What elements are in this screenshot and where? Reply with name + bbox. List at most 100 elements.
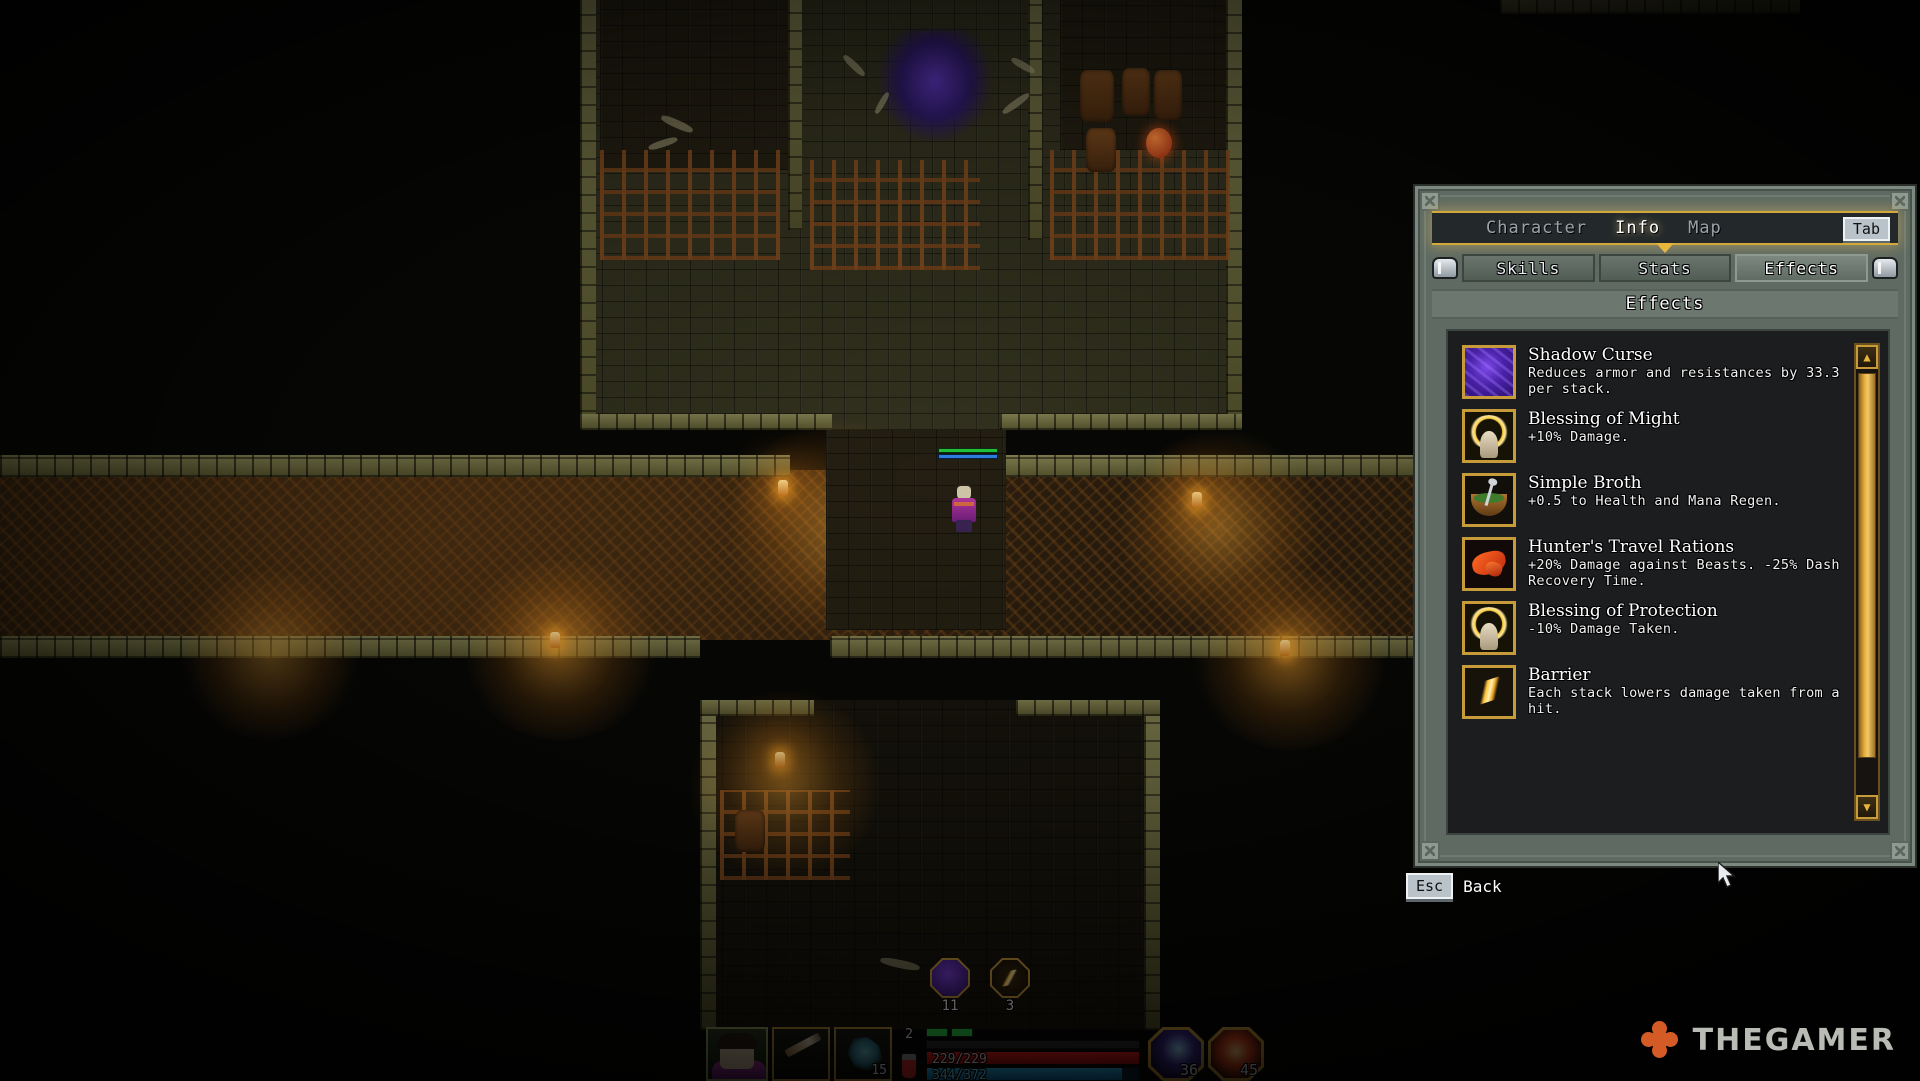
charge-segment [926,1028,948,1037]
glowing-item [1146,128,1172,158]
effect-name: Barrier [1528,665,1591,685]
dungeon-wall [700,700,716,1030]
back-label[interactable]: Back [1463,877,1502,896]
stack-fill [932,960,968,996]
spell-slot-arcane[interactable]: 36 [1148,1027,1204,1081]
corridor-wall-bottom [0,636,700,658]
player-legs [956,520,972,532]
corridor-wall-top [0,455,790,477]
sword-icon [784,1032,822,1058]
charge-segment [951,1028,973,1037]
health-value: 229/229 [932,1052,987,1067]
mouse-cursor-icon [1718,862,1736,888]
corridor-wall-top [1000,455,1430,477]
hunters-travel-rations-icon [1462,537,1516,591]
spell-left-count: 36 [1179,1061,1198,1079]
effect-description: Reduces armor and resistances by 33.3 pe… [1528,365,1840,397]
tab-key-badge: Tab [1842,217,1890,241]
dungeon-floor-patch [600,0,800,170]
player-health-bar [938,448,998,453]
watermark-text: THEGAMER [1692,1022,1896,1058]
blessing-of-might-icon [1462,409,1516,463]
portrait-hair [717,1033,757,1049]
list-item[interactable]: Simple Broth +0.5 to Health and Mana Reg… [1462,473,1842,527]
effects-list-container: Shadow Curse Reduces armor and resistanc… [1446,329,1890,835]
corridor-floor [0,470,1430,640]
active-tab-caret-icon [1656,243,1674,253]
shadow-curse-icon [1462,345,1516,399]
player-portrait[interactable] [706,1027,768,1081]
panel-corner-ornament [1890,191,1910,211]
sub-tab-bar: Skills Stats Effects [1432,253,1899,283]
potion-count: 2 [905,1027,913,1042]
shadow-portal [880,30,990,140]
blessing-of-protection-icon [1462,601,1516,655]
torch [1280,640,1290,656]
barrel-decor [735,810,765,852]
scroll-up-arrow-icon[interactable]: ▲ [1856,345,1878,369]
esc-key-badge: Esc [1406,873,1454,899]
potion-slot[interactable]: 2 [896,1027,922,1081]
dungeon-wall [1144,700,1160,1030]
top-tab-bar: Character Info Map Tab [1432,211,1898,253]
panel-corner-ornament [1420,191,1440,211]
spell-right-count: 45 [1239,1061,1258,1079]
junction-floor [826,430,1006,630]
status-stack-shadow-curse[interactable]: 11 [930,958,970,1014]
tab-character[interactable]: Character [1472,218,1601,238]
footer-hint: Esc Back [1406,873,1502,899]
charge-segments [926,1028,973,1037]
left-bumper-icon[interactable] [1432,257,1458,279]
barrel-decor [1080,70,1114,122]
panel-corner-ornament [1890,841,1910,861]
scroll-down-arrow-icon[interactable]: ▼ [1856,795,1878,819]
armor-slot[interactable]: 15 [834,1027,892,1081]
info-menu-panel: Character Info Map Tab Skills Stats Effe… [1415,186,1915,866]
barrel-decor [1154,70,1182,120]
list-item[interactable]: Blessing of Might +10% Damage. [1462,409,1842,463]
status-stack-row: 11 3 [930,958,1030,1014]
game-screen: 11 3 15 2 229/229 344/372 36 45 Characte… [0,0,1920,1081]
corridor-wall-bottom [830,636,1430,658]
dungeon-grate [1050,150,1230,260]
barrier-icon [1462,665,1516,719]
subtab-skills[interactable]: Skills [1462,254,1595,282]
weapon-slot[interactable] [772,1027,830,1081]
torch [778,480,788,496]
vitals-panel: 229/229 344/372 [926,1027,1144,1081]
effect-description: +10% Damage. [1528,429,1630,445]
dungeon-wall [580,414,832,430]
tab-info[interactable]: Info [1601,218,1674,238]
effects-list: Shadow Curse Reduces armor and resistanc… [1448,331,1850,833]
dungeon-wall [1500,0,1800,14]
right-bumper-icon[interactable] [1872,257,1899,279]
potion-icon [901,1053,917,1079]
spell-slot-fire[interactable]: 45 [1208,1027,1264,1081]
dungeon-wall [580,0,596,430]
tab-map[interactable]: Map [1674,218,1736,238]
torch [775,752,785,768]
list-item[interactable]: Hunter's Travel Rations +20% Damage agai… [1462,537,1842,591]
player-belt [954,502,974,506]
dungeon-wall [788,0,802,230]
list-item[interactable]: Shadow Curse Reduces armor and resistanc… [1462,345,1842,399]
scrollbar-thumb[interactable] [1858,373,1876,758]
hud-bar: 15 2 229/229 344/372 36 45 [706,1025,1268,1081]
subtab-stats[interactable]: Stats [1598,254,1732,282]
dungeon-wall [1000,414,1242,430]
player-character [950,484,978,532]
list-item[interactable]: Barrier Each stack lowers damage taken f… [1462,665,1842,719]
stack-fill [992,960,1028,996]
player-vitals-bars [938,448,998,459]
list-item[interactable]: Blessing of Protection -10% Damage Taken… [1462,601,1842,655]
status-stack-barrier[interactable]: 3 [990,958,1030,1014]
mana-value: 344/372 [932,1068,987,1081]
watermark: THEGAMER [1637,1017,1896,1062]
effects-scrollbar[interactable]: ▲ ▼ [1854,343,1880,821]
torch [1192,492,1202,508]
armor-slot-qty: 15 [871,1063,887,1078]
effect-name: Blessing of Might [1528,409,1680,429]
effect-description: +20% Damage against Beasts. -25% Dash Re… [1528,557,1840,589]
subtab-effects[interactable]: Effects [1735,254,1869,282]
thegamer-logo-icon [1637,1017,1681,1062]
